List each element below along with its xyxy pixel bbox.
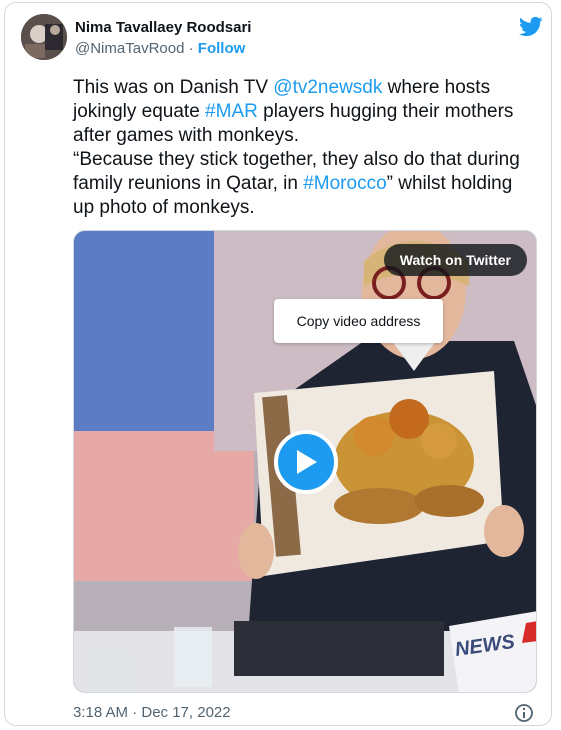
tweet-paragraph-2: “Because they stick together, they also … — [73, 148, 538, 220]
hashtag-link-mar[interactable]: #MAR — [205, 101, 258, 122]
tweet-text-segment: This was on Danish TV — [73, 77, 274, 98]
info-icon[interactable] — [514, 703, 534, 723]
tweet-text: This was on Danish TV @tv2newsdk where h… — [73, 76, 538, 220]
play-icon — [297, 450, 317, 474]
mention-link[interactable]: @tv2newsdk — [273, 77, 382, 98]
avatar[interactable] — [21, 14, 67, 60]
author-handle-row: @NimaTavRood · Follow — [75, 40, 245, 57]
play-button[interactable] — [274, 430, 338, 494]
hashtag-link-morocco[interactable]: #Morocco — [303, 173, 386, 194]
tweet-timestamp[interactable]: 3:18 AM · Dec 17, 2022 — [73, 704, 231, 721]
author-handle[interactable]: @NimaTavRood — [75, 40, 184, 57]
twitter-bird-icon[interactable] — [518, 14, 543, 39]
video-player[interactable]: NEWS Watch on Twitter Copy video address — [73, 230, 537, 693]
author-name[interactable]: Nima Tavallaey Roodsari — [75, 19, 251, 36]
tweet-paragraph-1: This was on Danish TV @tv2newsdk where h… — [73, 76, 538, 148]
copy-video-address-menu-item[interactable]: Copy video address — [274, 299, 443, 343]
separator: · — [184, 40, 198, 57]
follow-button[interactable]: Follow — [198, 40, 246, 57]
watch-on-twitter-button[interactable]: Watch on Twitter — [383, 244, 527, 276]
